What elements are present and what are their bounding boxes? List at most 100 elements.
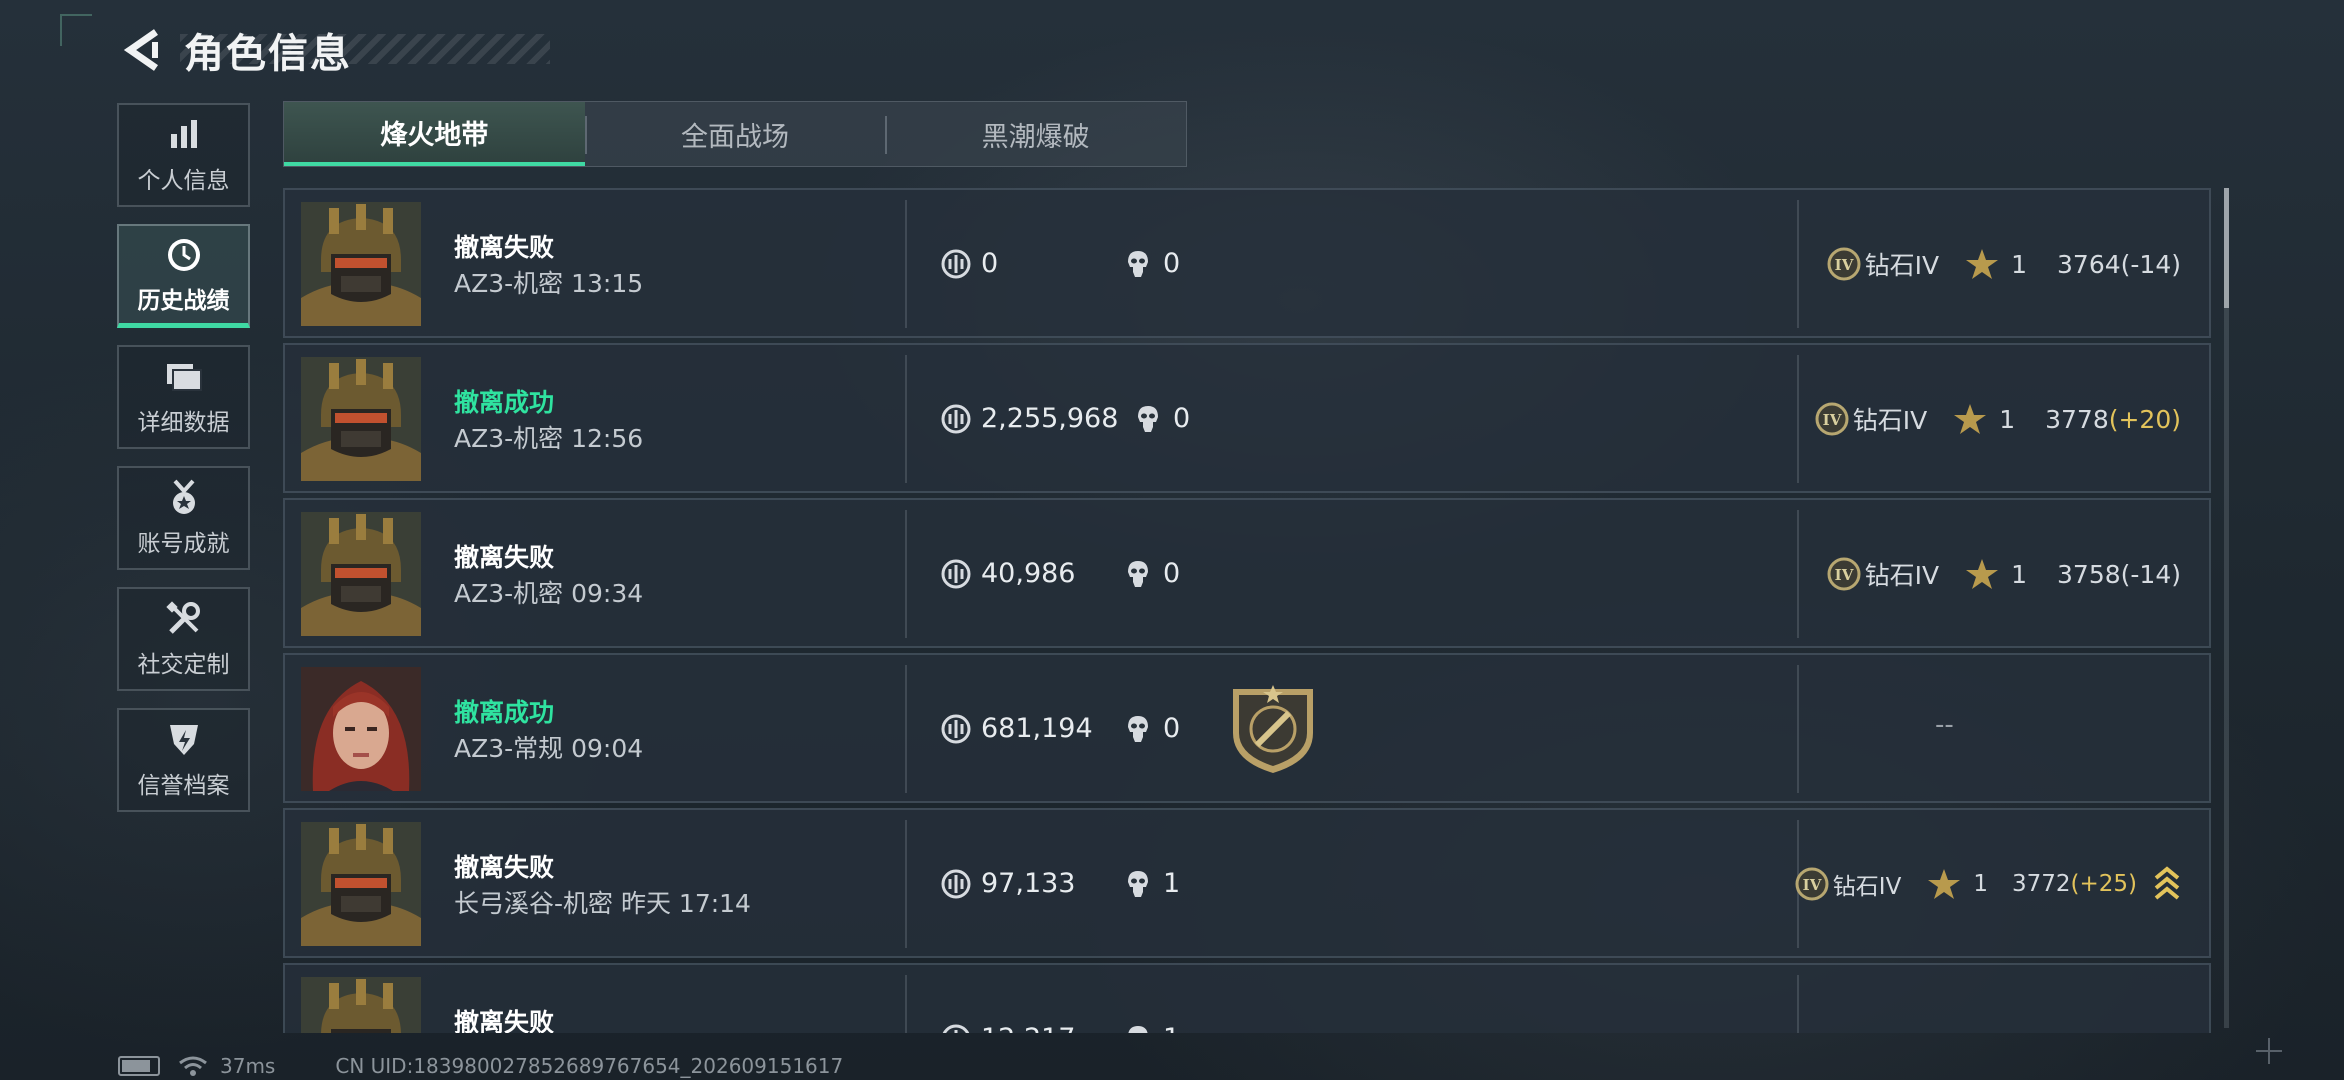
rank-score: 3772 — [2011, 871, 2071, 897]
rank-empty: -- — [1935, 710, 1954, 740]
back-button[interactable] — [118, 26, 166, 74]
loot-value-text: 2,255,968 — [981, 403, 1119, 434]
back-arrow-icon — [123, 29, 158, 71]
kill-count: 1 — [1123, 1023, 1180, 1033]
kill-count: 0 — [1133, 403, 1190, 434]
loot-value: 2,255,968 — [941, 403, 1118, 434]
side-nav: 个人信息 历史战绩 详细数据 账号成就 社交定制 信誉档案 — [117, 103, 254, 829]
kill-count-text: 1 — [1163, 868, 1181, 899]
kill-count: 0 — [1123, 713, 1180, 744]
rank-tier-icon — [1795, 867, 1829, 901]
extraction-status: 撤离失败 — [454, 233, 555, 262]
star-icon — [1928, 869, 1961, 899]
kill-count-text: 0 — [1163, 558, 1181, 589]
device-status-bar: 37ms CN UID:183980027852689767654_202609… — [118, 1054, 843, 1078]
tab-black-tide[interactable]: 黑潮爆破 — [885, 102, 1186, 166]
star-count: 1 — [1973, 871, 1988, 897]
bar-chart-icon — [164, 115, 204, 155]
column-divider — [905, 665, 907, 793]
coin-icon — [941, 249, 971, 278]
medal-icon — [164, 478, 204, 518]
nav-label: 社交定制 — [137, 652, 230, 678]
rank-name: 钻石IV — [1864, 561, 1940, 590]
corner-plus-decoration — [2256, 1038, 2282, 1064]
ping-text: 37ms — [220, 1054, 276, 1078]
nav-item-achievements[interactable]: 账号成就 — [117, 466, 250, 570]
rank-name: 钻石IV — [1832, 874, 1902, 900]
skull-icon — [1128, 250, 1148, 277]
loot-value: 97,133 — [941, 868, 1075, 899]
nav-label: 信誉档案 — [137, 773, 230, 799]
rank-tier-icon — [1827, 247, 1861, 281]
battery-icon — [118, 1056, 160, 1076]
operator-avatar — [301, 667, 421, 791]
column-divider — [905, 200, 907, 328]
operator-avatar — [301, 977, 421, 1033]
scrollbar-thumb[interactable] — [2224, 188, 2229, 308]
map-and-time: AZ3-机密 12:56 — [454, 424, 644, 453]
star-icon — [1966, 249, 1999, 279]
star-icon — [1954, 404, 1987, 434]
nav-label: 账号成就 — [137, 531, 230, 557]
column-divider — [1797, 665, 1799, 793]
skull-icon — [1128, 560, 1148, 587]
loot-value: 681,194 — [941, 713, 1093, 744]
nav-item-social-customization[interactable]: 社交定制 — [117, 587, 250, 691]
clock-icon — [164, 235, 204, 275]
map-and-time: AZ3-机密 13:15 — [454, 269, 644, 298]
match-record-row[interactable]: 撤离成功 AZ3-机密 12:56 2,255,968 0 钻石IV 1 377… — [283, 343, 2211, 493]
kill-count: 1 — [1123, 868, 1180, 899]
folders-icon — [164, 357, 204, 397]
loot-value-text: 12,217 — [981, 1023, 1075, 1033]
rank-info: 钻石IV 1 3772 (+25) — [1795, 866, 2181, 902]
tab-full-battlefield[interactable]: 全面战场 — [584, 102, 886, 166]
operator-avatar — [301, 202, 421, 326]
nav-item-match-history[interactable]: 历史战绩 — [117, 224, 250, 328]
page-header: 角色信息 — [118, 20, 352, 80]
map-and-time: AZ3-机密 09:34 — [454, 579, 644, 608]
skull-icon — [1138, 405, 1158, 432]
list-scrollbar[interactable] — [2224, 188, 2229, 1028]
skull-icon — [1128, 1025, 1148, 1033]
operator-avatar — [301, 512, 421, 636]
kill-count-text: 0 — [1173, 403, 1191, 434]
map-and-time: 长弓溪谷-机密 昨天 17:14 — [454, 889, 751, 918]
loot-value-text: 0 — [981, 248, 999, 279]
nav-item-detailed-data[interactable]: 详细数据 — [117, 345, 250, 449]
nav-label: 个人信息 — [137, 168, 230, 194]
match-history-list: 撤离失败 AZ3-机密 13:15 0 0 钻石IV 1 3764 (-14) … — [283, 188, 2211, 1033]
rank-name: 钻石IV — [1852, 406, 1928, 435]
rank-info: 钻石IV 1 3758 (-14) — [1827, 556, 2181, 592]
nav-label: 详细数据 — [137, 410, 230, 436]
achievement-badge-icon — [1233, 685, 1313, 773]
score-delta: (-14) — [2120, 249, 2181, 279]
match-record-row[interactable]: 撤离失败 AZ3-机密 13:15 0 0 钻石IV 1 3764 (-14) — [283, 188, 2211, 338]
loot-value: 12,217 — [941, 1023, 1075, 1033]
kill-count: 0 — [1123, 248, 1180, 279]
rank-tier-icon — [1827, 557, 1861, 591]
rank-info: 钻石IV 1 3764 (-14) — [1827, 246, 2181, 282]
score-delta: (-14) — [2120, 559, 2181, 589]
star-count: 1 — [2011, 559, 2028, 589]
tab-beacon-zone[interactable]: 烽火地带 — [284, 102, 585, 166]
star-count: 1 — [1999, 404, 2016, 434]
nav-item-personal-info[interactable]: 个人信息 — [117, 103, 250, 207]
nav-item-reputation[interactable]: 信誉档案 — [117, 708, 250, 812]
column-divider — [905, 820, 907, 948]
column-divider — [1797, 975, 1799, 1033]
kill-count: 0 — [1123, 558, 1180, 589]
loot-value: 0 — [941, 248, 998, 279]
corner-decoration — [60, 14, 92, 46]
match-record-row[interactable]: 撤离成功 AZ3-常规 09:04 681,194 0 -- — [283, 653, 2211, 803]
rank-score: 3758 — [2057, 559, 2121, 589]
match-record-row[interactable]: 撤离失败 长弓溪谷-机密 昨天 17:14 97,133 1 钻石IV 1 37… — [283, 808, 2211, 958]
nav-label: 历史战绩 — [137, 287, 230, 314]
operator-avatar — [301, 822, 421, 946]
loot-value-text: 97,133 — [981, 868, 1076, 899]
match-record-row[interactable]: 撤离失败 12,217 1 — [283, 963, 2211, 1033]
extraction-status: 撤离失败 — [454, 543, 555, 572]
match-record-row[interactable]: 撤离失败 AZ3-机密 09:34 40,986 0 钻石IV 1 3758 (… — [283, 498, 2211, 648]
coin-icon — [941, 559, 971, 588]
page-title: 角色信息 — [184, 31, 352, 77]
column-divider — [1797, 200, 1799, 328]
